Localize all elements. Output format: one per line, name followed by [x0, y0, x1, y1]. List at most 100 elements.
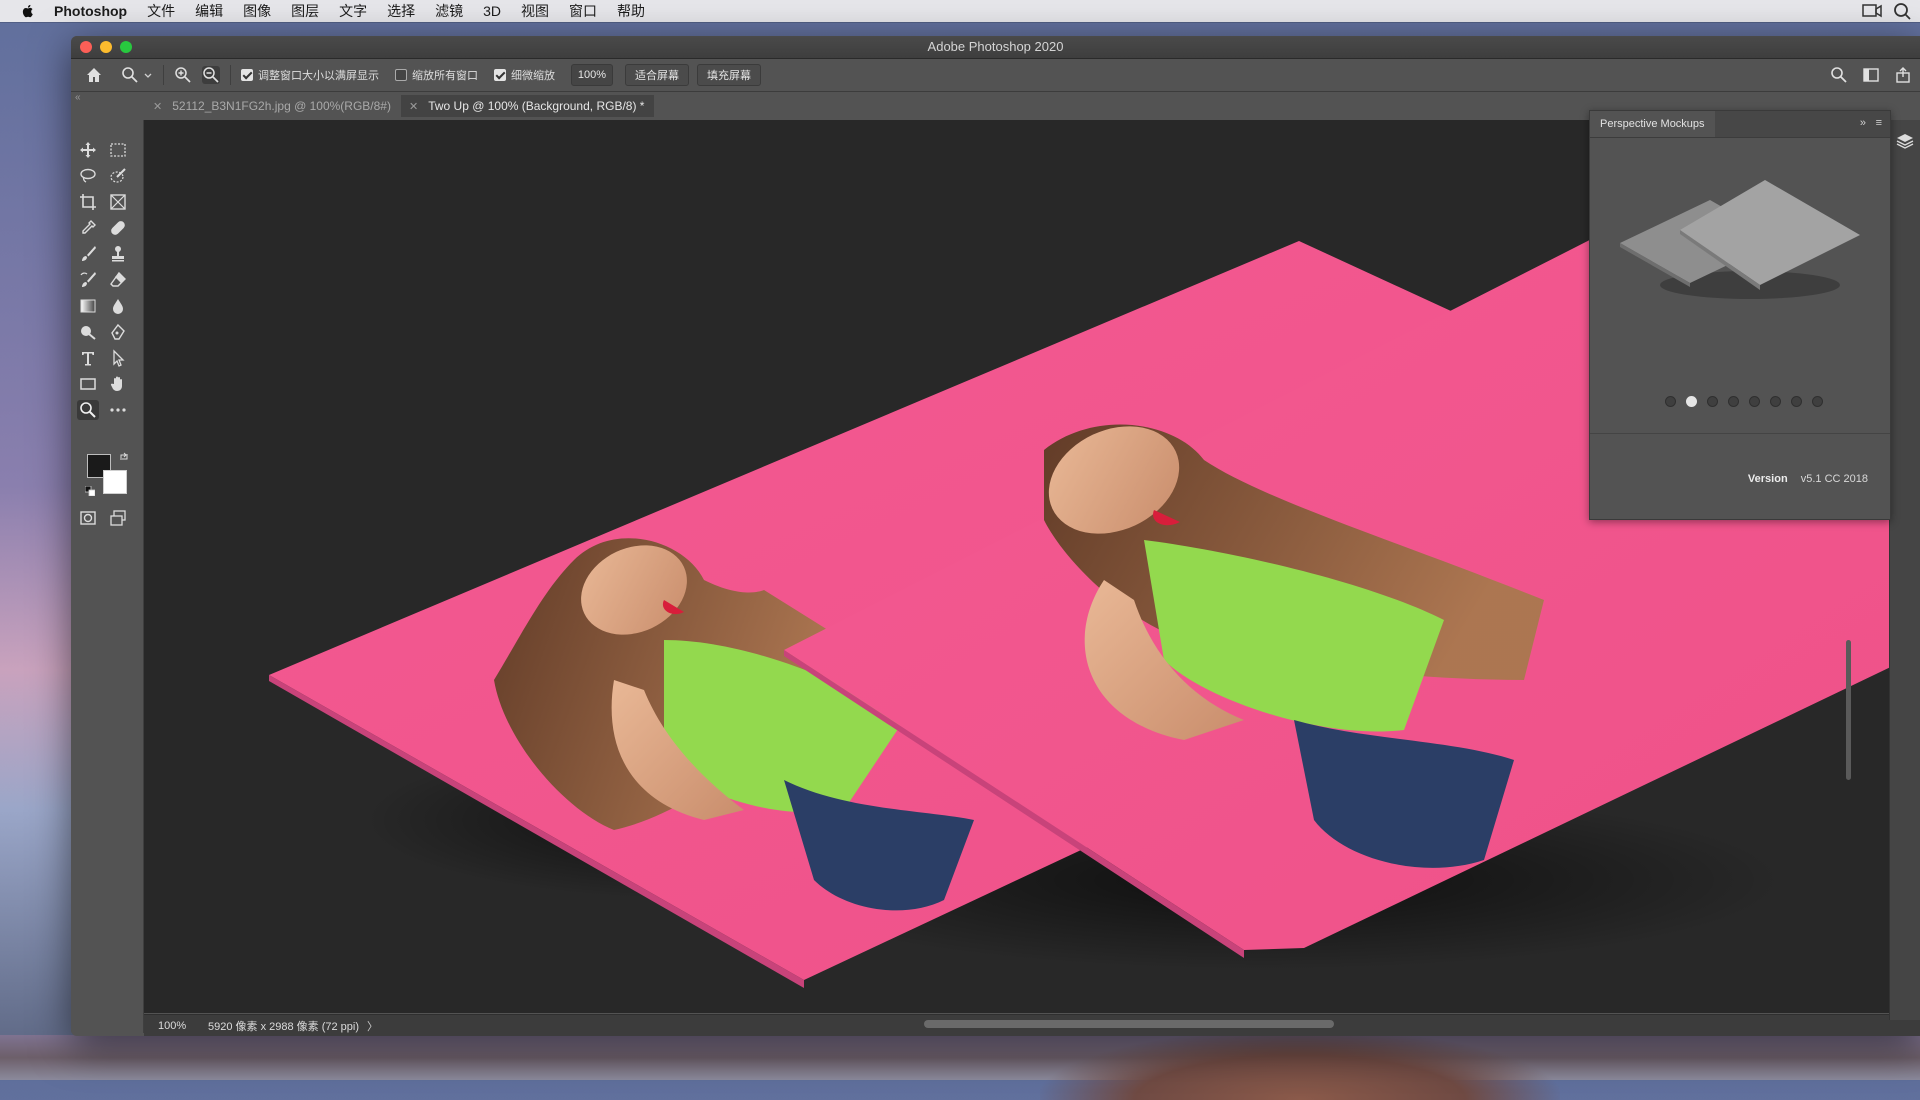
quick-selection-tool[interactable] — [107, 166, 129, 186]
lasso-tool[interactable] — [77, 166, 99, 186]
zoom-percent-field[interactable]: 100% — [571, 64, 613, 86]
search-icon[interactable] — [1830, 66, 1848, 84]
blur-tool[interactable] — [107, 296, 129, 316]
page-dot-1[interactable] — [1665, 396, 1676, 407]
zoom-in-icon[interactable] — [174, 66, 192, 84]
divider — [1590, 433, 1890, 434]
fit-screen-button[interactable]: 适合屏幕 — [625, 64, 689, 86]
page-dot-8[interactable] — [1812, 396, 1823, 407]
fill-screen-button[interactable]: 填充屏幕 — [697, 64, 761, 86]
menu-select[interactable]: 选择 — [387, 1, 415, 21]
move-tool[interactable] — [77, 140, 99, 160]
screen-share-icon[interactable] — [1862, 2, 1882, 20]
screen-mode-button[interactable] — [107, 508, 129, 528]
scrubby-zoom-checkbox[interactable]: 细微缩放 — [494, 67, 555, 83]
checkbox-resize-box[interactable] — [241, 69, 253, 81]
hand-tool[interactable] — [107, 374, 129, 394]
collapse-toolbar-icon[interactable]: « — [75, 92, 81, 103]
divider — [230, 65, 231, 85]
checkbox-zoom-all-box[interactable] — [395, 69, 407, 81]
marquee-tool[interactable] — [107, 140, 129, 160]
brush-tool[interactable] — [77, 244, 99, 264]
collapse-panel-icon[interactable]: » — [1860, 117, 1866, 129]
options-bar: 调整窗口大小以满屏显示 缩放所有窗口 细微缩放 100% 适合屏幕 填充屏幕 — [71, 59, 1920, 92]
page-dot-5[interactable] — [1749, 396, 1760, 407]
maximize-window-button[interactable] — [120, 41, 132, 53]
gradient-tool[interactable] — [77, 296, 99, 316]
menu-app-name[interactable]: Photoshop — [54, 3, 127, 19]
healing-brush-tool[interactable] — [107, 218, 129, 238]
menu-3d[interactable]: 3D — [483, 3, 501, 19]
menu-help[interactable]: 帮助 — [617, 1, 645, 21]
workspace-icon[interactable] — [1862, 66, 1880, 84]
page-dot-7[interactable] — [1791, 396, 1802, 407]
close-tab-icon[interactable]: ✕ — [153, 100, 162, 113]
resize-windows-checkbox[interactable]: 调整窗口大小以满屏显示 — [241, 67, 379, 83]
checkbox-scrubby-box[interactable] — [494, 69, 506, 81]
version-info: Version v5.1 CC 2018 — [1748, 473, 1868, 485]
menu-type[interactable]: 文字 — [339, 1, 367, 21]
eraser-tool[interactable] — [107, 270, 129, 290]
vertical-scroll-thumb[interactable] — [1846, 640, 1851, 780]
close-window-button[interactable] — [80, 41, 92, 53]
page-dot-3[interactable] — [1707, 396, 1718, 407]
move-icon — [80, 142, 96, 158]
zoom-all-windows-checkbox[interactable]: 缩放所有窗口 — [395, 67, 478, 83]
page-dot-2[interactable] — [1686, 396, 1697, 407]
zoom-tool-preset-icon[interactable] — [121, 66, 139, 84]
more-tools-button[interactable] — [107, 400, 129, 420]
default-colors-icon[interactable] — [85, 486, 95, 496]
brush-icon — [82, 246, 96, 261]
rectangle-tool[interactable] — [77, 374, 99, 394]
tab-document-2[interactable]: ✕ Two Up @ 100% (Background, RGB/8) * — [400, 95, 655, 117]
pen-icon — [111, 323, 125, 340]
menu-edit[interactable]: 编辑 — [195, 1, 223, 21]
type-tool[interactable] — [77, 348, 99, 368]
layers-icon[interactable] — [1895, 132, 1915, 152]
divider — [163, 65, 164, 85]
home-icon[interactable] — [85, 66, 103, 84]
menu-window[interactable]: 窗口 — [569, 1, 597, 21]
swap-colors-icon[interactable] — [119, 452, 129, 462]
search-icon[interactable] — [1892, 2, 1912, 20]
mockup-preview-thumbnail[interactable] — [1610, 175, 1870, 305]
eyedropper-tool[interactable] — [77, 218, 99, 238]
minimize-window-button[interactable] — [100, 41, 112, 53]
menu-view[interactable]: 视图 — [521, 1, 549, 21]
eraser-icon — [110, 271, 126, 287]
clone-stamp-tool[interactable] — [107, 244, 129, 264]
menu-filter[interactable]: 滤镜 — [435, 1, 463, 21]
path-selection-tool[interactable] — [107, 348, 129, 368]
page-dot-4[interactable] — [1728, 396, 1739, 407]
panel-title[interactable]: Perspective Mockups — [1590, 111, 1715, 137]
arrow-cursor-icon — [113, 349, 125, 367]
menu-layer[interactable]: 图层 — [291, 1, 319, 21]
stamp-icon — [112, 246, 124, 262]
status-menu-chevron[interactable]: 〉 — [367, 1018, 378, 1034]
window-title: Adobe Photoshop 2020 — [927, 39, 1064, 54]
dodge-icon — [81, 326, 96, 340]
horizontal-scroll-thumb[interactable] — [924, 1020, 1334, 1028]
history-brush-tool[interactable] — [77, 270, 99, 290]
background-color-swatch[interactable] — [103, 470, 127, 494]
dodge-tool[interactable] — [77, 322, 99, 342]
quick-mask-button[interactable] — [77, 508, 99, 528]
quick-selection-icon — [110, 168, 126, 183]
close-tab-icon[interactable]: ✕ — [409, 100, 418, 113]
status-zoom[interactable]: 100% — [158, 1020, 198, 1032]
zoom-tool[interactable] — [77, 400, 99, 420]
share-icon[interactable] — [1894, 66, 1912, 84]
panel-menu-icon[interactable]: ≡ — [1876, 117, 1882, 129]
document-size-info: 5920 像素 x 2988 像素 (72 ppi) — [208, 1021, 360, 1033]
crop-icon — [80, 194, 96, 210]
tab-document-1[interactable]: ✕ 52112_B3N1FG2h.jpg @ 100%(RGB/8#) — [145, 95, 401, 117]
zoom-out-icon[interactable] — [202, 66, 220, 84]
crop-tool[interactable] — [77, 192, 99, 212]
chevron-down-icon[interactable] — [143, 66, 153, 84]
menu-file[interactable]: 文件 — [147, 1, 175, 21]
pen-tool[interactable] — [107, 322, 129, 342]
frame-tool[interactable] — [107, 192, 129, 212]
menu-image[interactable]: 图像 — [243, 1, 271, 21]
apple-icon[interactable] — [20, 3, 36, 19]
page-dot-6[interactable] — [1770, 396, 1781, 407]
